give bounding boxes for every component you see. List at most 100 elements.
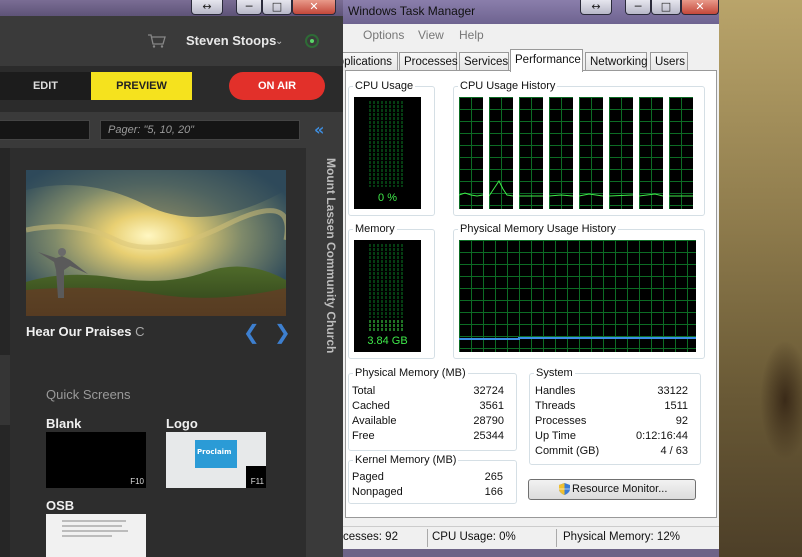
- user-name-menu[interactable]: Steven Stoops: [186, 33, 276, 48]
- edit-mode-button[interactable]: EDIT: [0, 72, 91, 100]
- menu-options[interactable]: Options: [363, 28, 404, 42]
- quick-screen-osb[interactable]: [46, 514, 146, 557]
- restore-arrows-button[interactable]: ↔: [580, 0, 612, 15]
- stat-label: Paged: [352, 471, 384, 483]
- status-divider: [427, 529, 428, 547]
- stat-label: Total: [352, 385, 376, 397]
- logo-text: Proclaim: [197, 448, 232, 456]
- stat-value: 32724: [473, 385, 504, 397]
- tab-applications[interactable]: Applications: [343, 52, 398, 71]
- tab-networking[interactable]: Networking: [585, 52, 648, 71]
- proclaim-window: ↔ ─ □ ✕ Steven Stoops ⌄ EDIT PREVIEW ON …: [0, 0, 343, 557]
- stat-label: Free: [352, 430, 375, 442]
- stat-value: 92: [675, 415, 688, 427]
- collapse-panel-icon[interactable]: «: [314, 120, 324, 139]
- shield-icon: [559, 483, 570, 495]
- cpu-core-graph: [519, 97, 543, 209]
- memory-history-line: [459, 337, 696, 340]
- quick-screens-heading: Quick Screens: [46, 387, 131, 402]
- physical-memory-title: Physical Memory (MB): [355, 367, 466, 379]
- scrollbar-thumb[interactable]: [0, 355, 10, 425]
- status-cpu: CPU Usage: 0%: [432, 531, 516, 543]
- stat-value: 28790: [473, 415, 504, 427]
- quick-screen-name: Logo: [166, 416, 198, 431]
- status-divider: [556, 529, 557, 547]
- menu-help[interactable]: Help: [459, 28, 484, 42]
- tab-performance[interactable]: Performance: [510, 49, 583, 72]
- tab-users[interactable]: Users: [650, 52, 688, 71]
- cpu-usage-meter: 0 %: [354, 97, 421, 209]
- osb-text-preview: [62, 520, 128, 537]
- status-processes: cesses: 92: [343, 531, 398, 543]
- stat-label: Available: [352, 415, 397, 427]
- maximize-button[interactable]: □: [262, 0, 292, 15]
- cpu-core-line: [489, 180, 513, 197]
- cpu-core-graph: [609, 97, 633, 209]
- kernel-memory-title: Kernel Memory (MB): [355, 454, 457, 466]
- stat-label: Processes: [535, 415, 587, 427]
- status-bar: cesses: 92 CPU Usage: 0% Physical Memory…: [343, 526, 719, 549]
- stat-value: 166: [484, 486, 503, 498]
- on-air-button[interactable]: ON AIR: [229, 72, 325, 100]
- stat-value: 3561: [479, 400, 504, 412]
- chevron-left-icon[interactable]: ❮: [243, 320, 260, 344]
- window-title: Windows Task Manager: [348, 4, 476, 18]
- cpu-core-line: [519, 195, 543, 197]
- chevron-down-icon[interactable]: ⌄: [275, 36, 283, 47]
- cpu-core-graph: [639, 97, 663, 209]
- stat-value: 25344: [473, 430, 504, 442]
- close-button[interactable]: ✕: [681, 0, 719, 15]
- cpu-history-label: CPU Usage History: [460, 80, 556, 92]
- search-input[interactable]: [0, 120, 90, 140]
- preview-mode-button[interactable]: PREVIEW: [91, 72, 192, 100]
- slide-title-text: Hear Our Praises: [26, 324, 132, 339]
- resource-monitor-label: Resource Monitor...: [572, 483, 668, 495]
- tab-label: Applications: [343, 56, 393, 68]
- church-name-label: Mount Lassen Community Church: [324, 158, 338, 354]
- cpu-core-graph: [549, 97, 573, 209]
- memory-label: Memory: [355, 223, 395, 235]
- cart-icon[interactable]: [147, 34, 167, 48]
- maximize-button[interactable]: □: [651, 0, 681, 15]
- cpu-core-graph: [489, 97, 513, 209]
- status-memory: Physical Memory: 12%: [563, 531, 680, 543]
- minimize-button[interactable]: ─: [236, 0, 262, 15]
- quick-screen-logo[interactable]: Proclaim F11: [166, 432, 266, 488]
- memory-meter: 3.84 GB: [354, 240, 421, 352]
- connection-status-icon[interactable]: [305, 34, 319, 48]
- stat-label: Nonpaged: [352, 486, 403, 498]
- close-button[interactable]: ✕: [292, 0, 336, 15]
- cpu-core-line: [639, 193, 663, 197]
- quick-screen-name: Blank: [46, 416, 82, 431]
- minimize-button[interactable]: ─: [625, 0, 651, 15]
- left-scroll-strip: [0, 148, 10, 557]
- hotkey-label: F11: [250, 477, 264, 486]
- cpu-core-graph: [669, 97, 693, 209]
- menu-bar: Options View Help: [343, 24, 719, 46]
- stat-label: Handles: [535, 385, 576, 397]
- cpu-usage-label: CPU Usage: [355, 80, 414, 92]
- pager-input[interactable]: Pager: "5, 10, 20": [100, 120, 300, 140]
- memory-value: 3.84 GB: [367, 335, 408, 347]
- chevron-right-icon[interactable]: ❯: [274, 320, 291, 344]
- quick-screen-blank[interactable]: F10: [46, 432, 146, 488]
- tab-services[interactable]: Services: [459, 52, 509, 71]
- stat-value: 33122: [657, 385, 688, 397]
- restore-arrows-button[interactable]: ↔: [191, 0, 223, 15]
- hotkey-label: F10: [130, 477, 144, 486]
- system-title: System: [536, 367, 573, 379]
- menu-view[interactable]: View: [418, 28, 444, 42]
- stat-label: Threads: [535, 400, 576, 412]
- slide-thumbnail[interactable]: [26, 170, 286, 316]
- cpu-core-line: [459, 192, 483, 197]
- memory-history-label: Physical Memory Usage History: [460, 223, 616, 235]
- resource-monitor-button[interactable]: Resource Monitor...: [528, 479, 696, 500]
- cpu-core-line: [609, 194, 633, 197]
- cpu-core-line: [549, 194, 573, 197]
- stat-value: 1511: [664, 400, 688, 412]
- tab-processes[interactable]: Processes: [399, 52, 458, 71]
- cpu-usage-value: 0 %: [378, 192, 397, 204]
- stat-value: 0:12:16:44: [636, 430, 688, 442]
- cpu-core-line: [579, 193, 603, 197]
- stat-label: Cached: [352, 400, 390, 412]
